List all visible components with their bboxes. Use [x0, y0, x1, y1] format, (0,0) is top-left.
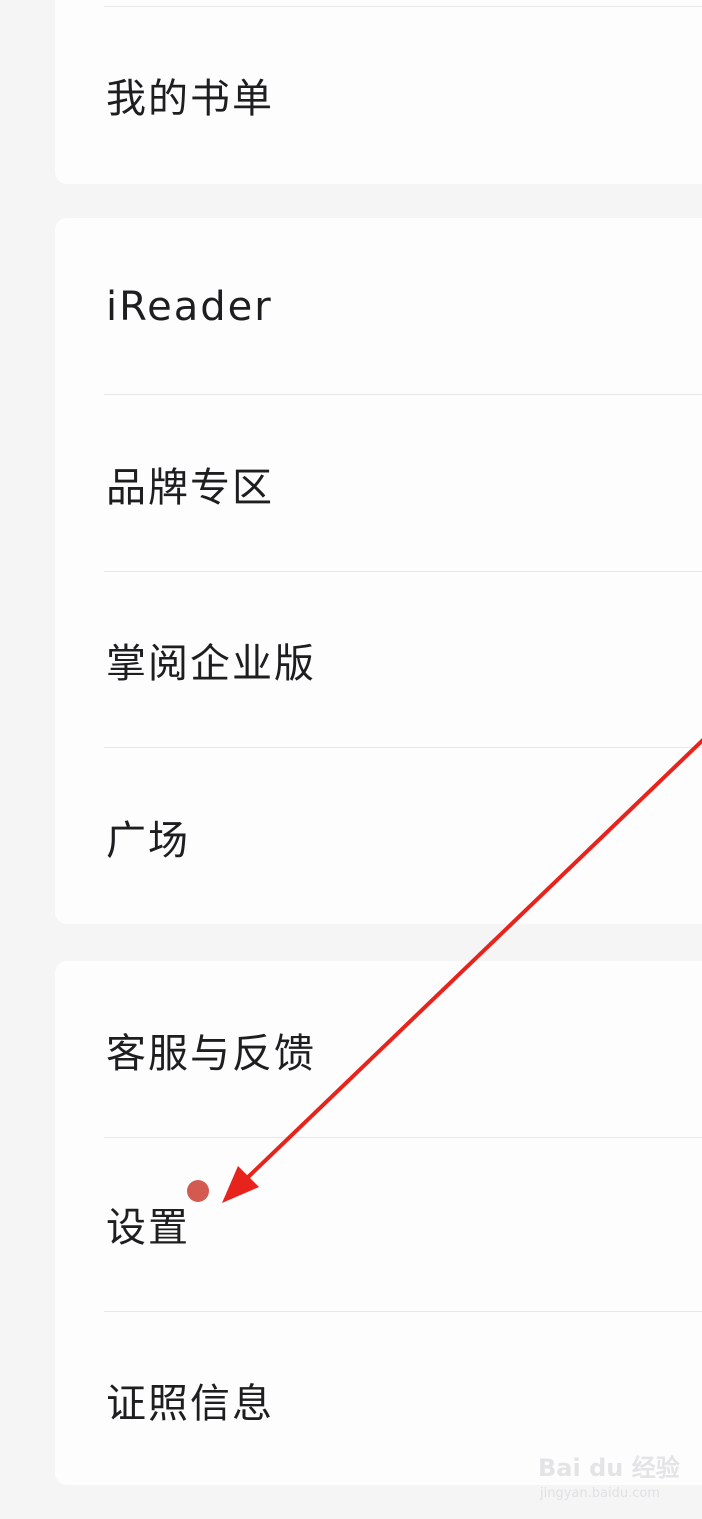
menu-group-1: 我的书单 — [55, 0, 702, 184]
menu-item-label: 设置 — [106, 1204, 190, 1251]
watermark-url: jingyan.baidu.com — [540, 1486, 660, 1501]
menu-item-brand-zone[interactable]: 品牌专区 — [55, 395, 702, 572]
menu-item-label: iReader — [106, 283, 273, 330]
menu-group-3: 客服与反馈 设置 证照信息 — [55, 961, 702, 1485]
menu-item-label: 品牌专区 — [106, 464, 274, 511]
menu-item-square[interactable]: 广场 — [55, 748, 702, 924]
settings-badge-dot — [187, 1180, 209, 1202]
watermark-logo: Bai du 经验 — [538, 1454, 680, 1482]
menu-item-my-booklist[interactable]: 我的书单 — [55, 6, 702, 183]
menu-item-label: 客服与反馈 — [106, 1030, 316, 1077]
menu-item-label: 我的书单 — [106, 75, 274, 122]
menu-item-label: 广场 — [106, 817, 190, 864]
menu-item-support-feedback[interactable]: 客服与反馈 — [55, 961, 702, 1138]
menu-item-ireader[interactable]: iReader — [55, 218, 702, 395]
baidu-watermark: Bai du 经验 jingyan.baidu.com — [538, 1442, 688, 1512]
menu-item-enterprise[interactable]: 掌阅企业版 — [55, 571, 702, 748]
menu-group-2: iReader 品牌专区 掌阅企业版 广场 — [55, 218, 702, 924]
menu-item-label: 掌阅企业版 — [106, 640, 316, 687]
menu-item-label: 证照信息 — [106, 1380, 274, 1427]
menu-item-settings[interactable]: 设置 — [55, 1135, 702, 1312]
